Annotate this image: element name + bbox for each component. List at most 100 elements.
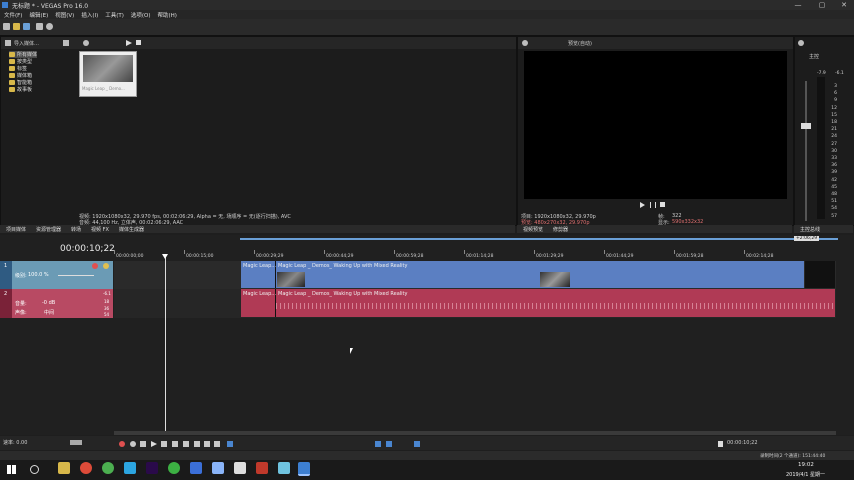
play-media-icon[interactable] xyxy=(126,40,132,46)
wechat-icon[interactable] xyxy=(168,462,180,474)
lock-envelopes-icon[interactable] xyxy=(414,441,420,447)
playhead-marker[interactable] xyxy=(162,254,168,259)
audio-track-header: 2 音量: -0 dB 声像: 中间 -6.1 18 36 54 xyxy=(0,289,113,318)
views-icon[interactable] xyxy=(63,40,69,46)
tree-item-storyboard[interactable]: 故事板 xyxy=(9,86,32,93)
tree-item-all-media[interactable]: 所有媒体 xyxy=(9,51,38,58)
rate-slider[interactable] xyxy=(70,440,82,445)
tab-video-preview[interactable]: 视频预览 xyxy=(523,226,543,233)
tab-project-media[interactable]: 项目媒体 xyxy=(6,226,26,233)
video-clip-tail[interactable] xyxy=(805,261,835,288)
app-icon-notes[interactable] xyxy=(278,462,290,474)
ruler-tick xyxy=(674,250,675,254)
maximize-button[interactable]: ▢ xyxy=(814,0,830,10)
tab-media-generators[interactable]: 媒体生成器 xyxy=(119,226,144,233)
minimize-button[interactable]: — xyxy=(790,0,806,10)
play-icon[interactable] xyxy=(151,441,157,447)
video-track-number: 1 xyxy=(4,263,8,269)
preview-play-icon[interactable] xyxy=(640,202,645,208)
vegas-taskbar-icon[interactable] xyxy=(298,462,310,476)
audio-meter-scale-2: 36 xyxy=(104,306,110,311)
refresh-icon[interactable] xyxy=(83,40,89,46)
explorer-toolbar: 导入媒体… xyxy=(1,37,516,49)
edit-tool-icon[interactable] xyxy=(227,441,233,447)
ruler-tick xyxy=(184,250,185,254)
import-media-button[interactable]: 导入媒体… xyxy=(14,40,39,47)
next-frame-icon[interactable] xyxy=(214,441,220,447)
master-settings-icon[interactable] xyxy=(798,40,804,46)
tree-item-by-type[interactable]: 按类型 xyxy=(9,58,32,65)
menu-help[interactable]: 帮助(H) xyxy=(158,11,177,19)
timeline-scrollbar[interactable] xyxy=(114,431,836,435)
go-to-end-icon[interactable] xyxy=(194,441,200,447)
project-media-panel: 导入媒体… 所有媒体 按类型 标签 媒体箱 智能箱 故事板 Magic Leap… xyxy=(0,36,517,226)
app-icon-mail[interactable] xyxy=(212,462,224,474)
ruler-tick xyxy=(464,250,465,254)
video-mute-icon[interactable] xyxy=(92,263,98,269)
ruler-tick xyxy=(394,250,395,254)
preview-stop-icon[interactable] xyxy=(660,202,665,207)
search-icon[interactable] xyxy=(30,465,39,474)
tab-transitions[interactable]: 转场 xyxy=(71,226,81,233)
tab-video-fx[interactable]: 视频 FX xyxy=(91,226,109,233)
timecode-icon xyxy=(718,441,723,447)
master-fader-handle[interactable] xyxy=(801,123,811,129)
go-to-start-icon[interactable] xyxy=(183,441,189,447)
app-icon-blue[interactable] xyxy=(190,462,202,474)
close-button[interactable]: ✕ xyxy=(836,0,852,10)
video-level-slider[interactable] xyxy=(58,275,94,276)
menu-options[interactable]: 选项(O) xyxy=(131,11,151,19)
open-icon[interactable] xyxy=(13,23,20,30)
media-thumbnail[interactable]: Magic Leap _ Demo... xyxy=(79,51,137,97)
tab-trimmer[interactable]: 修剪器 xyxy=(553,226,568,233)
premiere-icon[interactable] xyxy=(146,462,158,474)
new-icon[interactable] xyxy=(3,23,10,30)
import-media-icon[interactable] xyxy=(5,40,11,46)
folder-icon xyxy=(9,73,15,78)
tab-master-bus[interactable]: 主控总线 xyxy=(800,226,820,233)
settings-icon[interactable] xyxy=(46,23,53,30)
start-icon[interactable] xyxy=(7,465,16,474)
master-scale-label: 24 xyxy=(831,134,837,140)
file-explorer-icon[interactable] xyxy=(58,462,70,474)
properties-icon[interactable] xyxy=(36,23,43,30)
record-icon[interactable] xyxy=(119,441,125,447)
app-icon-red[interactable] xyxy=(256,462,268,474)
snapping-icon[interactable] xyxy=(375,441,381,447)
master-scale-label: 9 xyxy=(834,98,837,104)
audio-pan-label: 声像: xyxy=(15,310,27,316)
menu-edit[interactable]: 编辑(E) xyxy=(29,11,48,19)
play-from-start-icon[interactable] xyxy=(140,441,146,447)
tree-item-smart-bins[interactable]: 智能箱 xyxy=(9,79,32,86)
stop-icon[interactable] xyxy=(172,441,178,447)
audio-pan-value: 中间 xyxy=(44,310,55,316)
menu-file[interactable]: 文件(F) xyxy=(4,11,22,19)
master-scale-label: 18 xyxy=(831,120,837,125)
video-solo-icon[interactable] xyxy=(103,263,109,269)
save-icon[interactable] xyxy=(23,23,30,30)
preview-pause-icon[interactable] xyxy=(650,202,656,208)
ruler-label: 00:00:59;28 xyxy=(396,254,424,259)
telegram-icon[interactable] xyxy=(124,462,136,474)
previous-frame-icon[interactable] xyxy=(204,441,210,447)
tree-item-tags[interactable]: 标签 xyxy=(9,65,27,72)
playhead-line[interactable] xyxy=(165,256,166,431)
app-icon-gear[interactable] xyxy=(234,462,246,474)
ruler-tick xyxy=(744,250,745,254)
timecode-display: 00:00:10;22 xyxy=(60,244,115,254)
loop-icon[interactable] xyxy=(130,441,136,447)
audio-clip-main-title: Magic Leap _ Demos_ Waking Up with Mixed… xyxy=(278,291,408,297)
menu-insert[interactable]: 插入(I) xyxy=(81,11,98,19)
audio-volume-value: -0 dB xyxy=(42,300,56,306)
stop-media-icon[interactable] xyxy=(136,40,141,45)
browser-icon[interactable] xyxy=(102,462,114,474)
tree-item-media-bins[interactable]: 媒体箱 xyxy=(9,72,32,79)
menu-view[interactable]: 视图(V) xyxy=(55,11,74,19)
auto-ripple-icon[interactable] xyxy=(386,441,392,447)
chrome-icon[interactable] xyxy=(80,462,92,474)
preview-quality-select[interactable]: 预览(自动) xyxy=(568,40,592,47)
pause-icon[interactable] xyxy=(161,441,167,447)
tab-explorer[interactable]: 资源管理器 xyxy=(36,226,61,233)
menu-tools[interactable]: 工具(T) xyxy=(105,11,124,19)
preview-settings-icon[interactable] xyxy=(522,40,528,46)
